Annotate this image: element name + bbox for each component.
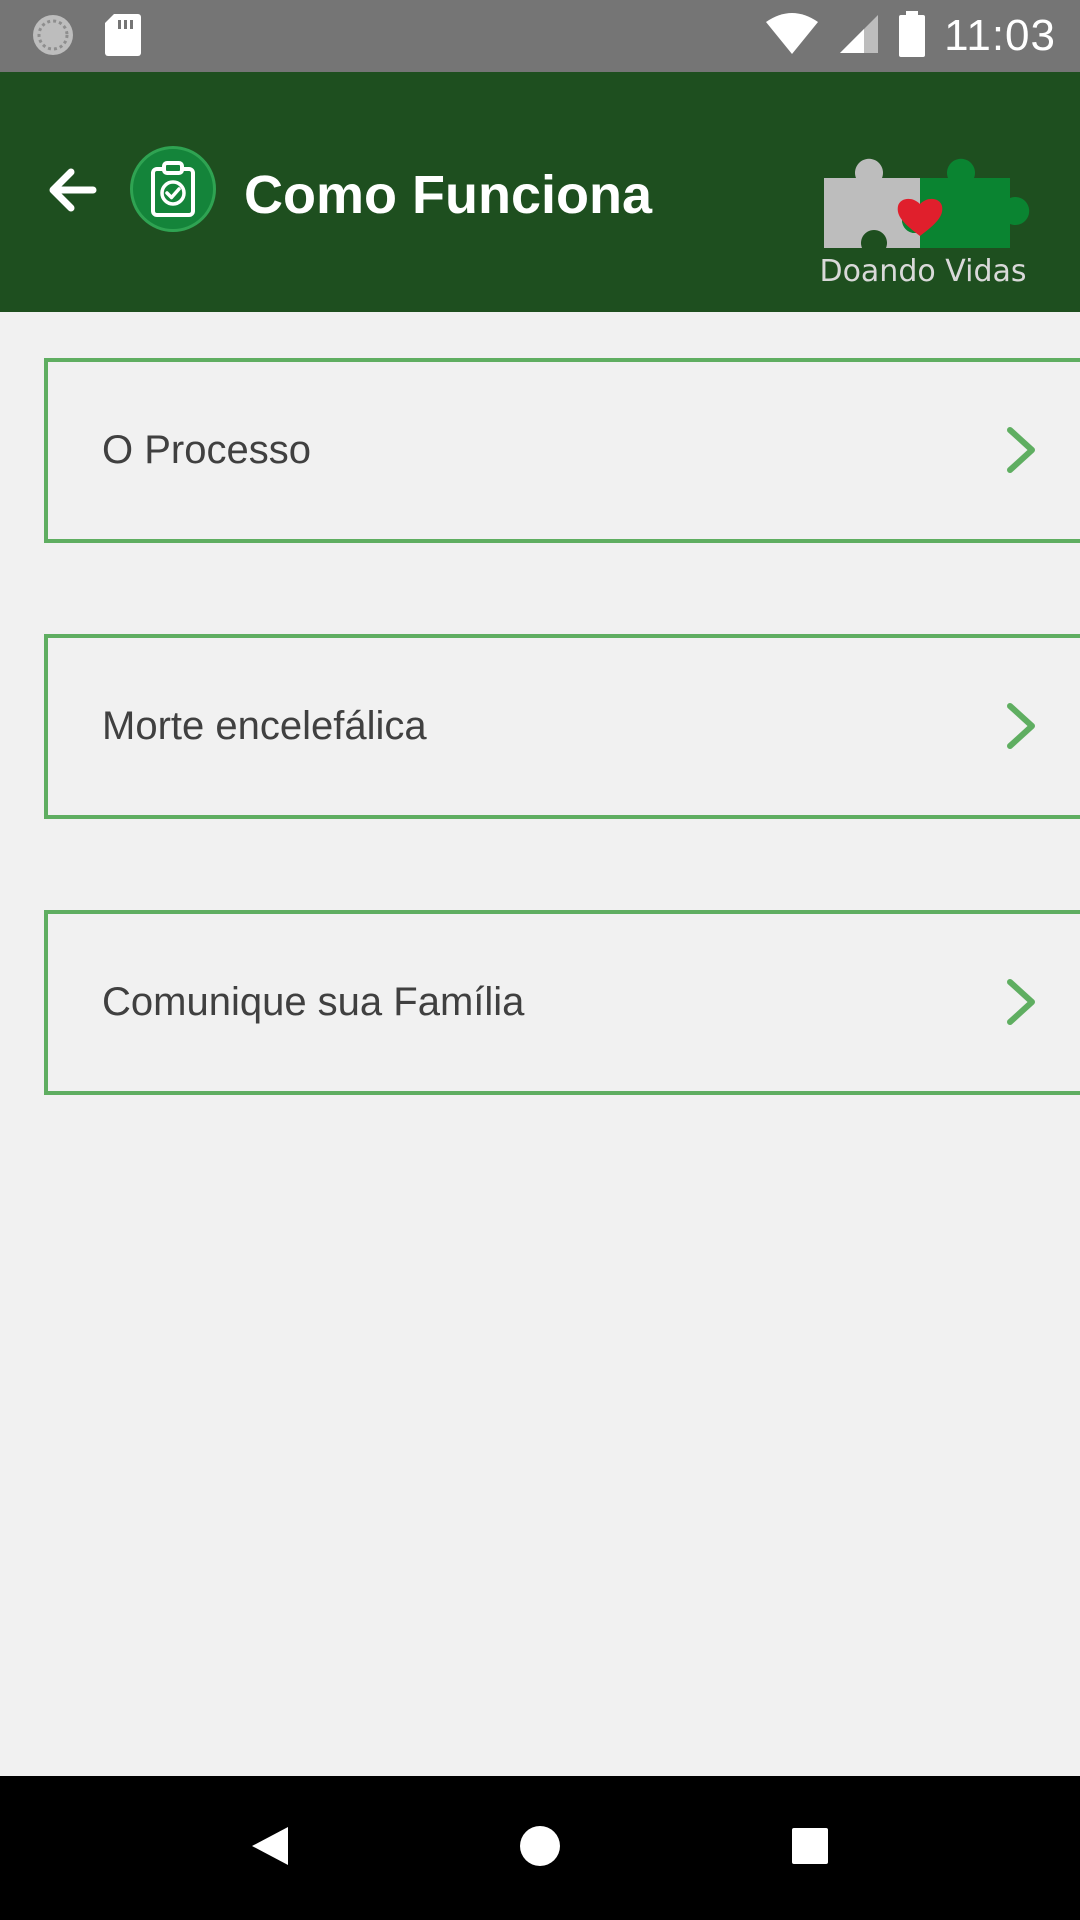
puzzle-heart-icon bbox=[824, 158, 1030, 248]
menu-item-comunique-sua-familia[interactable]: Comunique sua Família bbox=[44, 910, 1080, 1095]
cell-signal-icon bbox=[838, 13, 880, 60]
home-circle-icon bbox=[518, 1824, 562, 1873]
sync-icon bbox=[30, 12, 76, 63]
app-bar: Como Funciona Doando Vidas bbox=[0, 72, 1080, 312]
chevron-right-icon bbox=[1000, 978, 1044, 1026]
chevron-right-icon bbox=[1000, 702, 1044, 750]
sd-card-icon bbox=[104, 12, 142, 63]
status-time: 11:03 bbox=[944, 11, 1056, 60]
clipboard-check-icon bbox=[130, 146, 216, 232]
logo: Doando Vidas bbox=[812, 136, 1034, 296]
menu-item-label: O Processo bbox=[102, 428, 311, 472]
recents-square-icon bbox=[790, 1826, 830, 1871]
page-title: Como Funciona bbox=[244, 165, 652, 225]
back-button[interactable] bbox=[40, 160, 104, 224]
wifi-icon bbox=[764, 12, 820, 61]
battery-icon bbox=[898, 10, 926, 62]
status-bar: 11:03 bbox=[0, 0, 1080, 72]
back-triangle-icon bbox=[248, 1823, 292, 1874]
menu-item-label: Comunique sua Família bbox=[102, 980, 525, 1024]
status-bar-right: 11:03 bbox=[764, 0, 1056, 72]
nav-back-button[interactable] bbox=[238, 1816, 302, 1880]
logo-text: Doando Vidas bbox=[819, 254, 1027, 289]
nav-home-button[interactable] bbox=[508, 1816, 572, 1880]
status-bar-left bbox=[30, 12, 142, 63]
navigation-bar bbox=[0, 1776, 1080, 1920]
menu-item-morte-encelefalica[interactable]: Morte encelefálica bbox=[44, 634, 1080, 819]
arrow-left-icon bbox=[47, 168, 97, 217]
chevron-right-icon bbox=[1000, 426, 1044, 474]
menu-item-o-processo[interactable]: O Processo bbox=[44, 358, 1080, 543]
menu-item-label: Morte encelefálica bbox=[102, 704, 427, 748]
nav-recents-button[interactable] bbox=[778, 1816, 842, 1880]
